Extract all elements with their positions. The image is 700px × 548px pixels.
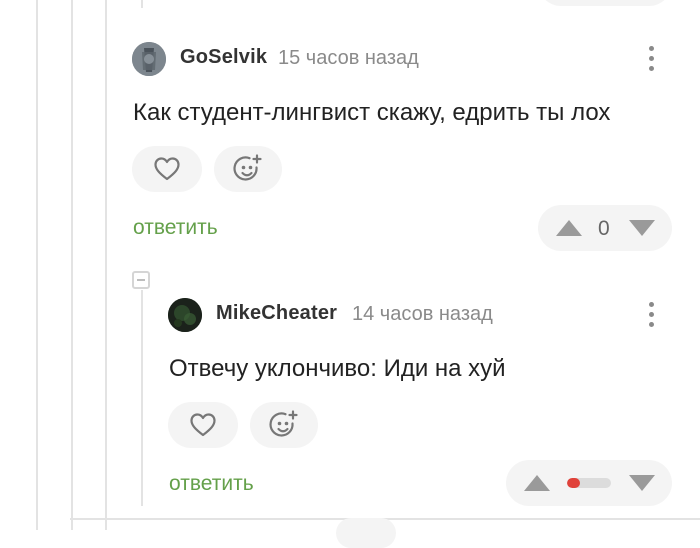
reply-link[interactable]: ответить xyxy=(133,216,218,240)
comment-author[interactable]: GoSelvik xyxy=(180,46,267,69)
arrow-down-icon[interactable] xyxy=(627,218,657,238)
arrow-up-icon[interactable] xyxy=(554,218,584,238)
previous-comment-fragment xyxy=(538,0,672,6)
add-reaction-button[interactable] xyxy=(250,402,318,448)
thread-line-reply xyxy=(141,290,143,506)
heart-icon xyxy=(190,413,216,437)
rating-bar-negative-fill xyxy=(567,478,581,488)
like-button[interactable] xyxy=(132,146,202,192)
comment-time[interactable]: 15 часов назад xyxy=(278,47,419,70)
vote-box xyxy=(506,460,672,506)
thread-line-middle xyxy=(71,0,73,530)
thread-line-inner xyxy=(105,0,107,530)
next-comment-button-fragment xyxy=(336,518,396,548)
thread-line-parent xyxy=(141,0,143,8)
add-reaction-button[interactable] xyxy=(214,146,282,192)
add-emoji-icon xyxy=(269,410,298,437)
more-vertical-icon[interactable] xyxy=(647,46,655,76)
thread-line-outer xyxy=(36,0,38,530)
collapse-thread-button[interactable] xyxy=(132,271,150,289)
rating-value: 0 xyxy=(598,217,610,240)
like-button[interactable] xyxy=(168,402,238,448)
comment-author[interactable]: MikeCheater xyxy=(216,302,337,325)
arrow-down-icon[interactable] xyxy=(627,473,657,493)
comment-text: Отвечу уклончиво: Иди на хуй xyxy=(169,355,506,382)
avatar[interactable] xyxy=(132,42,166,76)
user-avatar-icon xyxy=(168,298,202,332)
add-emoji-icon xyxy=(233,154,262,181)
heart-icon xyxy=(154,157,180,181)
avatar[interactable] xyxy=(168,298,202,332)
user-avatar-icon xyxy=(132,42,166,76)
more-vertical-icon[interactable] xyxy=(647,302,655,332)
minus-square-icon xyxy=(137,279,145,281)
vote-box: 0 xyxy=(538,205,672,251)
comment-time[interactable]: 14 часов назад xyxy=(352,303,493,326)
rating-bar xyxy=(567,478,611,488)
comment-text: Как студент-лингвист скажу, едрить ты ло… xyxy=(133,99,611,126)
reply-link[interactable]: ответить xyxy=(169,472,254,496)
arrow-up-icon[interactable] xyxy=(522,473,552,493)
